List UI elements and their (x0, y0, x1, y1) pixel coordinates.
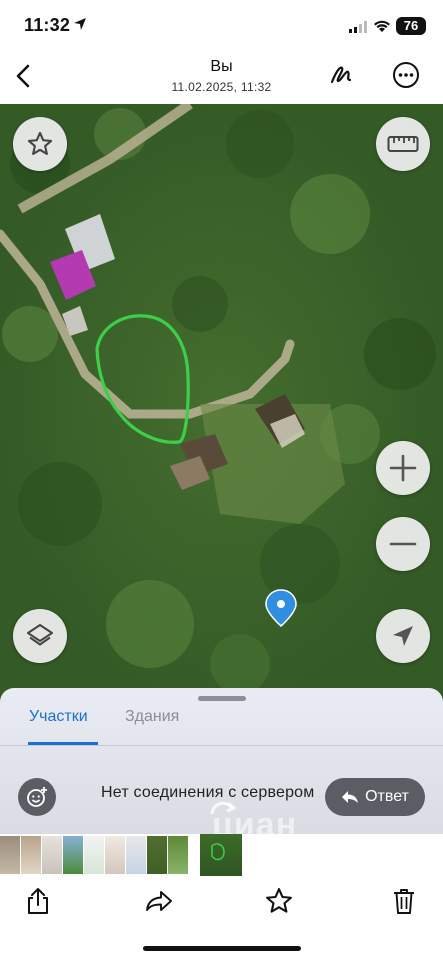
location-arrow-icon (73, 17, 87, 36)
zoom-in-button[interactable] (376, 441, 430, 495)
layers-button[interactable] (13, 609, 67, 663)
thumbnail[interactable] (105, 836, 125, 874)
cellular-signal-icon (349, 20, 367, 38)
favorite-button[interactable] (13, 117, 67, 171)
photo-thumbnail-strip[interactable] (0, 834, 443, 876)
share-icon (28, 888, 48, 914)
share-button[interactable] (21, 884, 55, 918)
satellite-imagery (0, 104, 443, 704)
thumbnail[interactable] (147, 836, 167, 874)
zoom-out-button[interactable] (376, 517, 430, 571)
wifi-icon (373, 19, 391, 38)
thumbnail[interactable] (21, 836, 41, 874)
minus-icon (389, 542, 417, 546)
markup-button[interactable] (326, 58, 358, 90)
star-icon (27, 131, 53, 155)
thumbnail[interactable] (0, 836, 20, 874)
reply-label: Ответ (365, 788, 409, 805)
tab-parcels[interactable]: Участки (29, 708, 88, 726)
reply-button[interactable]: Ответ (325, 778, 425, 816)
forward-icon (146, 891, 172, 911)
satellite-map[interactable] (0, 104, 443, 704)
sheet-drag-handle[interactable] (198, 696, 246, 701)
status-time: 11:32 (24, 15, 71, 35)
status-bar: 11:32 76 (0, 0, 443, 54)
measure-button[interactable] (376, 117, 430, 171)
my-location-button[interactable] (376, 609, 430, 663)
thumbnail[interactable] (126, 836, 146, 874)
layers-icon (27, 624, 53, 646)
emoji-reaction-button[interactable] (18, 778, 56, 816)
thumbnail[interactable] (42, 836, 62, 874)
thumbnail[interactable] (84, 836, 104, 874)
tab-buildings[interactable]: Здания (125, 708, 179, 726)
parcel-info-sheet[interactable]: Участки Здания Нет соединения с сервером… (0, 688, 443, 834)
thumbnail[interactable] (168, 836, 188, 874)
header-title: Вы (210, 58, 233, 75)
bottom-toolbar (0, 876, 443, 960)
tab-divider (0, 745, 443, 746)
header-timestamp: 11.02.2025, 11:32 (171, 80, 272, 94)
more-options-button[interactable] (391, 60, 421, 90)
location-arrow-icon (393, 626, 413, 646)
cian-watermark: циан (212, 806, 298, 834)
thumbnail-selected[interactable] (200, 834, 242, 876)
forward-button[interactable] (142, 884, 176, 918)
ruler-icon (387, 136, 419, 152)
smiley-plus-icon (27, 787, 47, 807)
plus-icon (389, 454, 417, 482)
favorite-toolbar-button[interactable] (262, 884, 296, 918)
trash-icon (394, 889, 414, 914)
home-indicator (143, 946, 301, 951)
markup-icon (330, 66, 352, 84)
thumbnail[interactable] (63, 836, 83, 874)
chat-header: Вы 11.02.2025, 11:32 (0, 54, 443, 104)
star-icon (266, 888, 292, 913)
battery-level: 76 (396, 17, 426, 35)
reply-arrow-icon (342, 791, 359, 803)
ellipsis-circle-icon (393, 62, 419, 88)
delete-button[interactable] (387, 884, 421, 918)
